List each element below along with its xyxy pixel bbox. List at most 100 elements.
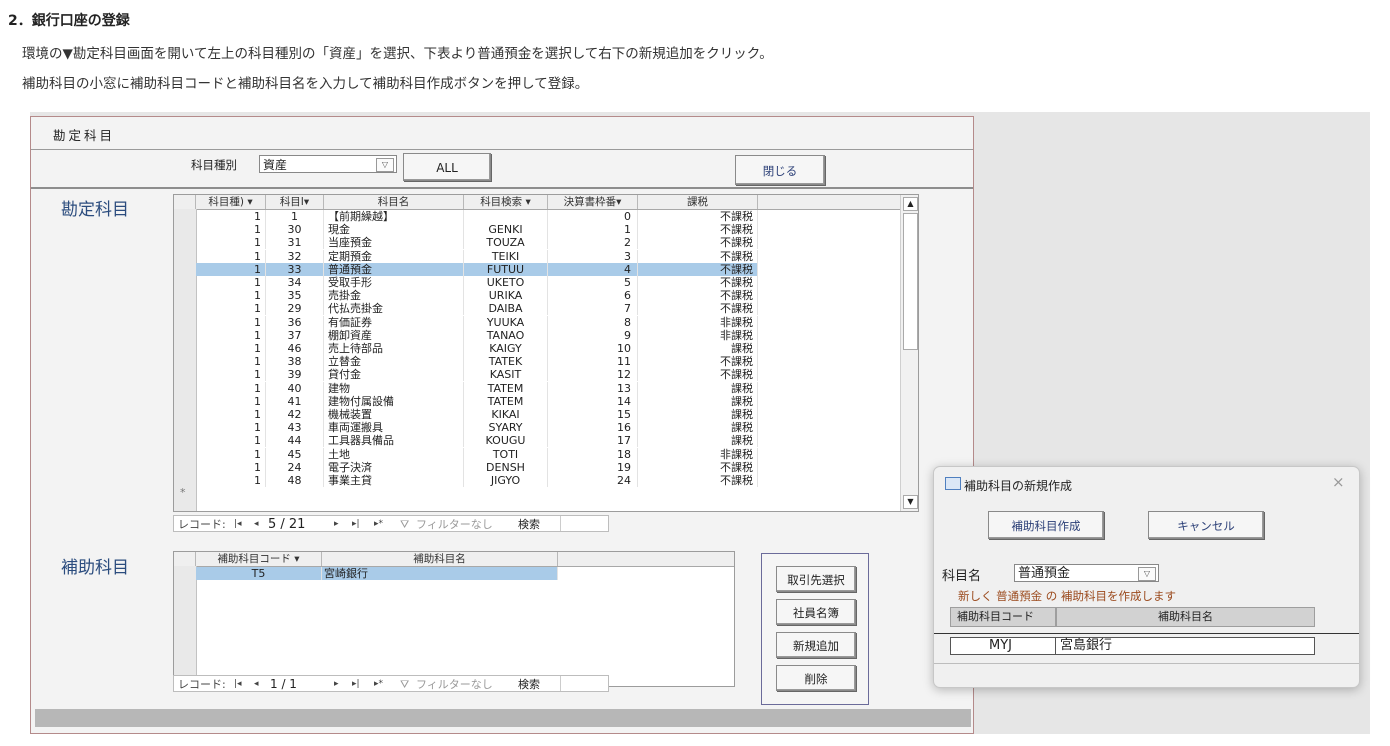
header-kind[interactable]: 科目種) ▾ — [196, 195, 266, 209]
kind-cell[interactable]: 1 — [196, 236, 266, 250]
tax-cell[interactable]: 不課税 — [638, 474, 758, 487]
code-cell[interactable]: 45 — [266, 447, 324, 461]
code-cell[interactable]: 1 — [266, 210, 324, 223]
code-cell[interactable]: 24 — [266, 460, 324, 474]
table-row[interactable]: 1 44 工具器具備品 KOUGU 17 課税 — [174, 434, 918, 448]
kind-cell[interactable]: 1 — [196, 460, 266, 474]
kind-cell[interactable]: 1 — [196, 447, 266, 461]
kind-cell[interactable]: 1 — [196, 289, 266, 303]
last-record-icon[interactable]: ▸| — [352, 516, 360, 533]
table-row[interactable]: 1 33 普通預金 FUTUU 4 不課税 — [174, 262, 918, 276]
name-cell[interactable]: 普通預金 — [324, 262, 464, 276]
table-row[interactable]: 1 42 機械装置 KIKAI 15 課税 — [174, 408, 918, 421]
statement-cell[interactable]: 6 — [548, 289, 638, 303]
tax-cell[interactable]: 非課税 — [638, 315, 758, 329]
search-cell[interactable] — [464, 210, 548, 223]
sub-filter-label[interactable]: フィルターなし — [416, 676, 493, 693]
search-cell[interactable]: YUUKA — [464, 315, 548, 329]
search-cell[interactable]: FUTUU — [464, 262, 548, 276]
table-row[interactable]: 1 38 立替金 TATEK 11 不課税 — [174, 355, 918, 369]
code-cell[interactable]: 31 — [266, 236, 324, 250]
kind-cell[interactable]: 1 — [196, 408, 266, 421]
category-combo[interactable]: 資産 ▽ — [259, 155, 397, 173]
scroll-up-icon[interactable]: ▲ — [903, 197, 918, 211]
code-cell[interactable]: 42 — [266, 408, 324, 421]
tax-cell[interactable]: 課税 — [638, 421, 758, 435]
sub-row-selector[interactable] — [174, 566, 197, 686]
search-cell[interactable]: TOUZA — [464, 236, 548, 250]
name-cell[interactable]: 電子決済 — [324, 460, 464, 474]
statement-cell[interactable]: 13 — [548, 381, 638, 395]
search-cell[interactable]: TATEM — [464, 381, 548, 395]
kind-cell[interactable]: 1 — [196, 474, 266, 487]
sub-last-record-icon[interactable]: ▸| — [352, 676, 360, 693]
table-row[interactable]: 1 45 土地 TOTI 18 非課税 — [174, 447, 918, 461]
name-cell[interactable]: 建物付属設備 — [324, 394, 464, 408]
table-row[interactable]: T5 宮崎銀行 — [174, 567, 734, 580]
statement-cell[interactable]: 18 — [548, 447, 638, 461]
sub-header-name[interactable]: 補助科目名 — [322, 552, 558, 566]
kind-cell[interactable]: 1 — [196, 355, 266, 369]
statement-cell[interactable]: 11 — [548, 355, 638, 369]
table-row[interactable]: 1 24 電子決済 DENSH 19 不課税 — [174, 460, 918, 474]
sub-name-input[interactable]: 宮島銀行 — [1055, 637, 1315, 655]
tax-cell[interactable]: 課税 — [638, 434, 758, 448]
kind-cell[interactable]: 1 — [196, 381, 266, 395]
name-cell[interactable]: 受取手形 — [324, 276, 464, 289]
table-row[interactable]: 1 43 車両運搬具 SYARY 16 課税 — [174, 421, 918, 435]
search-cell[interactable]: UKETO — [464, 276, 548, 289]
filter-label[interactable]: フィルターなし — [416, 516, 493, 533]
statement-cell[interactable]: 5 — [548, 276, 638, 289]
statement-cell[interactable]: 8 — [548, 315, 638, 329]
header-code[interactable]: 科目I▾ — [266, 195, 324, 209]
next-record-icon[interactable]: ▸ — [334, 516, 339, 533]
header-tax[interactable]: 課税 — [638, 195, 758, 209]
chevron-down-icon[interactable]: ▽ — [1138, 567, 1156, 581]
code-cell[interactable]: 37 — [266, 328, 324, 342]
record-position[interactable]: 5 / 21 — [268, 516, 305, 533]
name-cell[interactable]: 定期預金 — [324, 249, 464, 263]
tax-cell[interactable]: 課税 — [638, 381, 758, 395]
tax-cell[interactable]: 不課税 — [638, 368, 758, 382]
search-cell[interactable]: TEIKI — [464, 249, 548, 263]
search-cell[interactable]: TOTI — [464, 447, 548, 461]
search-cell[interactable]: KOUGU — [464, 434, 548, 448]
search-cell[interactable]: URIKA — [464, 289, 548, 303]
kind-cell[interactable]: 1 — [196, 421, 266, 435]
scroll-thumb[interactable] — [903, 213, 918, 350]
header-name[interactable]: 科目名 — [324, 195, 464, 209]
all-button[interactable]: ALL — [403, 153, 491, 181]
account-name-combo[interactable]: 普通預金 ▽ — [1014, 564, 1159, 582]
close-icon[interactable]: × — [1332, 473, 1345, 491]
statement-cell[interactable]: 17 — [548, 434, 638, 448]
search-cell[interactable]: KASIT — [464, 368, 548, 382]
statement-cell[interactable]: 14 — [548, 394, 638, 408]
code-cell[interactable]: 39 — [266, 368, 324, 382]
tax-cell[interactable]: 不課税 — [638, 236, 758, 250]
close-button[interactable]: 閉じる — [735, 155, 825, 185]
search-cell[interactable]: SYARY — [464, 421, 548, 435]
kind-cell[interactable]: 1 — [196, 434, 266, 448]
code-cell[interactable]: 48 — [266, 474, 324, 487]
statement-cell[interactable]: 19 — [548, 460, 638, 474]
kind-cell[interactable]: 1 — [196, 394, 266, 408]
code-cell[interactable]: 40 — [266, 381, 324, 395]
search-cell[interactable]: TATEK — [464, 355, 548, 369]
scroll-down-icon[interactable]: ▼ — [903, 495, 918, 509]
search-cell[interactable]: TANAO — [464, 328, 548, 342]
tax-cell[interactable]: 課税 — [638, 394, 758, 408]
search-cell[interactable]: JIGYO — [464, 474, 548, 487]
tax-cell[interactable]: 不課税 — [638, 249, 758, 263]
new-record-icon[interactable]: ▸* — [374, 516, 383, 533]
statement-cell[interactable]: 24 — [548, 474, 638, 487]
statement-cell[interactable]: 4 — [548, 262, 638, 276]
tax-cell[interactable]: 不課税 — [638, 460, 758, 474]
kind-cell[interactable]: 1 — [196, 302, 266, 316]
table-row[interactable]: 1 39 貸付金 KASIT 12 不課税 — [174, 368, 918, 382]
code-cell[interactable]: 29 — [266, 302, 324, 316]
kind-cell[interactable]: 1 — [196, 342, 266, 355]
tax-cell[interactable]: 不課税 — [638, 289, 758, 303]
name-cell[interactable]: 工具器具備品 — [324, 434, 464, 448]
name-cell[interactable]: 売上待部品 — [324, 342, 464, 355]
statement-cell[interactable]: 16 — [548, 421, 638, 435]
